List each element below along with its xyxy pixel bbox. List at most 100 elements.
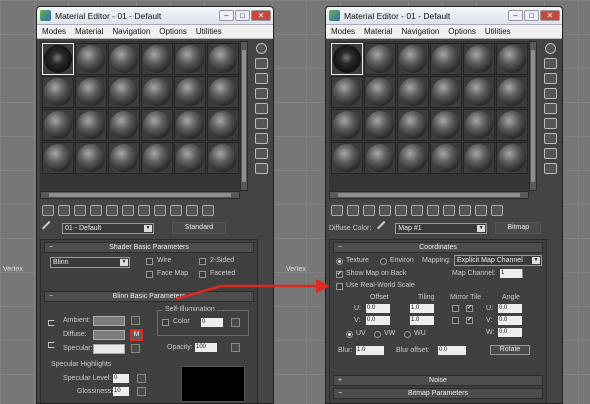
material-sample-slot[interactable]	[463, 109, 495, 141]
material-sample-slot[interactable]	[108, 76, 140, 108]
lock-bracket-icon[interactable]: ⊏	[47, 318, 55, 329]
wu-radio[interactable]	[404, 331, 411, 338]
material-id-icon[interactable]	[427, 204, 439, 216]
rotate-button[interactable]: Rotate	[490, 345, 530, 355]
put-to-scene-icon[interactable]	[58, 204, 70, 216]
assign-to-selection-icon[interactable]	[363, 204, 375, 216]
menu-utilities[interactable]: Utilities	[196, 27, 222, 36]
v-offset-value[interactable]: 0.0	[366, 316, 390, 325]
material-map-navigator-icon[interactable]	[254, 163, 268, 174]
sample-uv-tiling-icon[interactable]	[254, 88, 268, 99]
opacity-map-button[interactable]	[231, 343, 240, 352]
material-sample-slot[interactable]	[75, 43, 107, 75]
material-sample-slot[interactable]	[331, 109, 363, 141]
sample-type-icon[interactable]	[255, 43, 267, 54]
go-forward-icon[interactable]	[491, 204, 503, 216]
material-sample-slot[interactable]	[174, 142, 206, 174]
maximize-button[interactable]: □	[235, 10, 250, 21]
video-color-check-icon[interactable]	[254, 103, 268, 114]
diffuse-map-button[interactable]: M	[131, 330, 142, 340]
get-material-icon[interactable]	[42, 204, 54, 216]
make-preview-icon[interactable]	[543, 118, 557, 129]
material-sample-slot[interactable]	[141, 76, 173, 108]
get-material-icon[interactable]	[331, 204, 343, 216]
specular-level-value[interactable]: 0	[113, 374, 129, 383]
face-map-checkbox[interactable]	[146, 271, 153, 278]
menu-navigation[interactable]: Navigation	[112, 27, 150, 36]
material-sample-slot[interactable]	[463, 76, 495, 108]
material-sample-slot[interactable]	[174, 43, 206, 75]
material-sample-slot[interactable]	[364, 43, 396, 75]
material-sample-slot[interactable]	[364, 109, 396, 141]
opacity-value[interactable]: 100	[195, 343, 217, 352]
background-icon[interactable]	[254, 73, 268, 84]
material-sample-slot[interactable]	[496, 76, 528, 108]
material-sample-slot[interactable]	[496, 142, 528, 174]
diffuse-swatch[interactable]	[93, 330, 125, 340]
make-unique-icon[interactable]	[395, 204, 407, 216]
real-world-scale-checkbox[interactable]	[336, 283, 343, 290]
sample-type-icon[interactable]	[544, 43, 556, 54]
v-tiling-value[interactable]: 1.0	[410, 316, 434, 325]
menu-material[interactable]: Material	[75, 27, 103, 36]
material-sample-slot[interactable]	[207, 76, 239, 108]
background-icon[interactable]	[543, 73, 557, 84]
go-forward-icon[interactable]	[202, 204, 214, 216]
material-sample-slot[interactable]	[463, 142, 495, 174]
material-map-navigator-icon[interactable]	[543, 163, 557, 174]
material-sample-slot[interactable]	[364, 142, 396, 174]
material-sample-slot[interactable]	[42, 76, 74, 108]
show-end-result-icon[interactable]	[170, 204, 182, 216]
v-tile-checkbox[interactable]	[466, 316, 473, 324]
ambient-swatch[interactable]	[93, 316, 125, 326]
lock-bracket-icon-2[interactable]: ⊏	[47, 340, 55, 351]
map-type-button[interactable]: Bitmap	[495, 222, 542, 234]
u-offset-value[interactable]: 0.0	[366, 304, 390, 313]
menu-navigation[interactable]: Navigation	[401, 27, 439, 36]
u-angle-value[interactable]: 0.0	[498, 304, 522, 313]
faceted-checkbox[interactable]	[199, 271, 206, 278]
minimize-button[interactable]: –	[219, 10, 234, 21]
blur-offset-value[interactable]: 0.0	[438, 346, 466, 355]
menu-material[interactable]: Material	[364, 27, 392, 36]
material-type-button[interactable]: Standard	[172, 222, 226, 234]
maximize-button[interactable]: □	[524, 10, 539, 21]
show-map-on-back-checkbox[interactable]	[336, 270, 343, 278]
coordinates-rollout-header[interactable]: − Coordinates	[333, 242, 543, 253]
material-sample-slot[interactable]	[207, 109, 239, 141]
material-sample-slot[interactable]	[397, 76, 429, 108]
backlight-icon[interactable]	[254, 58, 268, 69]
specular-swatch[interactable]	[93, 344, 125, 354]
material-sample-slot[interactable]	[331, 43, 363, 75]
map-channel-value[interactable]: 1	[500, 269, 522, 278]
menu-modes[interactable]: Modes	[331, 27, 355, 36]
menu-options[interactable]: Options	[159, 27, 187, 36]
go-to-parent-icon[interactable]	[475, 204, 487, 216]
show-end-result-icon[interactable]	[459, 204, 471, 216]
material-sample-slot[interactable]	[141, 109, 173, 141]
put-to-library-icon[interactable]	[411, 204, 423, 216]
options-icon[interactable]	[254, 133, 268, 144]
vertical-scrollbar[interactable]	[529, 41, 537, 191]
material-sample-slot[interactable]	[108, 43, 140, 75]
close-button[interactable]: ✕	[540, 10, 560, 21]
material-sample-slot[interactable]	[397, 109, 429, 141]
blur-value[interactable]: 1.0	[356, 346, 384, 355]
material-sample-slot[interactable]	[397, 43, 429, 75]
specular-level-map-button[interactable]	[137, 374, 146, 383]
material-sample-slot[interactable]	[207, 43, 239, 75]
v-mirror-checkbox[interactable]	[452, 317, 459, 324]
material-sample-slot[interactable]	[430, 142, 462, 174]
mapping-dropdown[interactable]: Explicit Map Channel ▼	[454, 255, 542, 266]
material-sample-slot[interactable]	[207, 142, 239, 174]
material-sample-slot[interactable]	[430, 43, 462, 75]
v-angle-value[interactable]: 0.0	[498, 316, 522, 325]
vw-radio[interactable]	[374, 331, 381, 338]
minimize-button[interactable]: –	[508, 10, 523, 21]
map-name-field[interactable]: Map #1 ▼	[395, 222, 488, 234]
two-sided-checkbox[interactable]	[199, 258, 206, 265]
material-sample-slot[interactable]	[331, 76, 363, 108]
map-channel-spinner[interactable]	[522, 269, 526, 278]
select-by-material-icon[interactable]	[543, 148, 557, 159]
sample-uv-tiling-icon[interactable]	[543, 88, 557, 99]
